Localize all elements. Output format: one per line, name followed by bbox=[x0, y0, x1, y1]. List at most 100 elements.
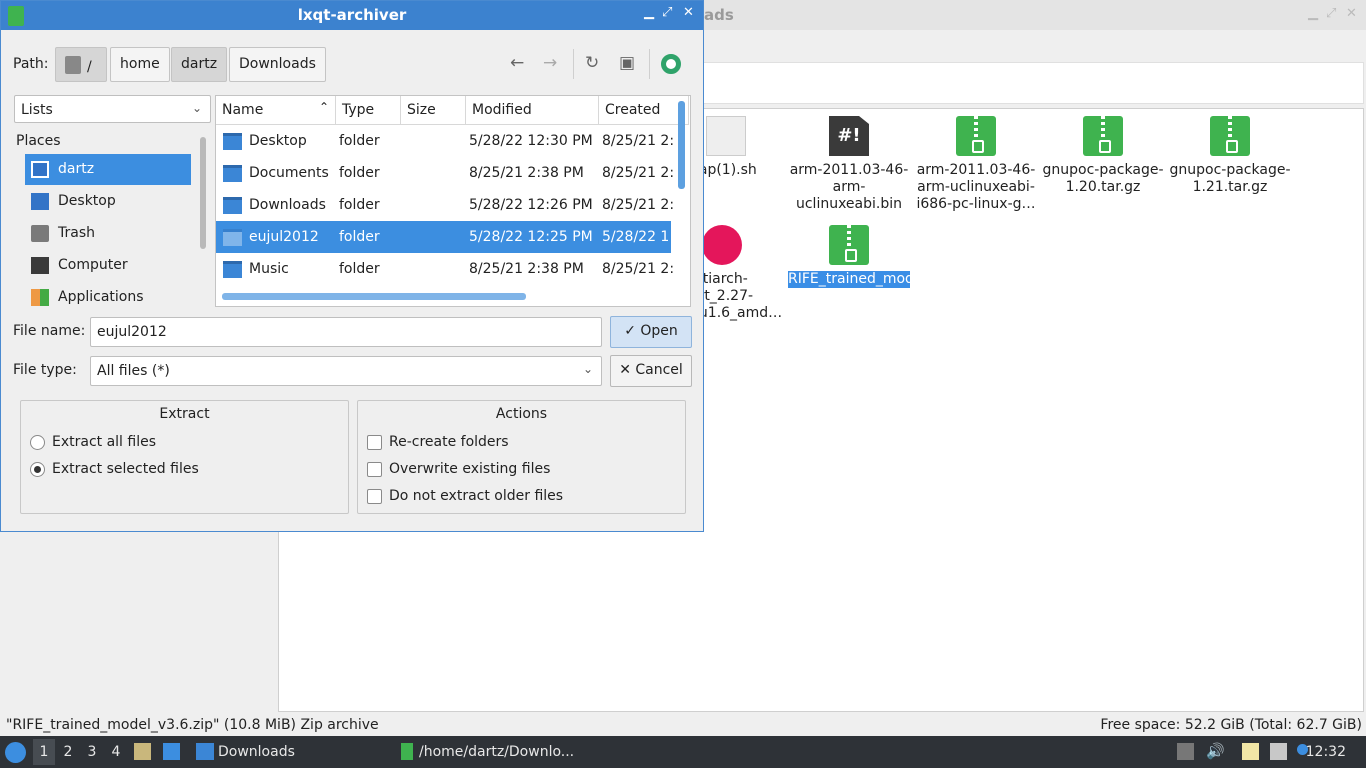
clock[interactable]: 12:32 bbox=[1306, 744, 1346, 760]
radio-button[interactable] bbox=[30, 462, 45, 477]
place-label: Computer bbox=[58, 257, 128, 273]
script-file-icon: #! bbox=[829, 116, 869, 156]
zip-file-icon bbox=[956, 116, 996, 156]
crumb-downloads[interactable]: Downloads bbox=[229, 47, 326, 82]
table-row-selected[interactable]: eujul2012 folder 5/28/22 12:25 PM 5/28/2… bbox=[216, 221, 674, 253]
cancel-button[interactable]: ✕ Cancel bbox=[610, 355, 692, 387]
file-item-label: arm-2011.03-46-arm-uclinuxeabi-i686-pc-l… bbox=[916, 162, 1036, 212]
table-row[interactable]: Documents folder 8/25/21 2:38 PM 8/25/21… bbox=[216, 157, 674, 189]
no-older-checkbox[interactable]: Do not extract older files bbox=[367, 488, 563, 504]
extract-selected-radio[interactable]: Extract selected files bbox=[30, 461, 199, 477]
checkbox[interactable] bbox=[367, 489, 382, 504]
file-item[interactable]: #! arm-2011.03-46-arm-uclinuxeabi.bin bbox=[788, 116, 910, 213]
checkbox[interactable] bbox=[367, 462, 382, 477]
view-mode-select[interactable]: Lists ⌄ bbox=[14, 95, 211, 123]
crumb-label: Downloads bbox=[239, 56, 316, 72]
list-horizontal-scrollbar[interactable] bbox=[222, 293, 526, 300]
place-label: Desktop bbox=[58, 193, 116, 209]
file-item[interactable]: gnupoc-package-1.20.tar.gz bbox=[1042, 116, 1164, 196]
applications-icon bbox=[31, 289, 49, 306]
crumb-home[interactable]: home bbox=[110, 47, 170, 82]
place-applications[interactable]: Applications bbox=[25, 282, 191, 313]
file-list[interactable]: Name ⌃ Type Size Modified Created Desktop… bbox=[215, 95, 691, 307]
file-item[interactable]: gnupoc-package-1.21.tar.gz bbox=[1169, 116, 1291, 196]
group-title: Extract bbox=[159, 406, 210, 422]
maximize-icon[interactable]: ⤢ bbox=[662, 5, 672, 20]
checkbox[interactable] bbox=[367, 435, 382, 450]
row-type: folder bbox=[339, 165, 380, 181]
column-label: Modified bbox=[472, 102, 532, 118]
task-downloads[interactable]: Downloads bbox=[194, 739, 295, 765]
start-menu-icon[interactable] bbox=[5, 742, 26, 763]
file-item-selected[interactable]: RIFE_trained_model_v3.6.zip bbox=[788, 225, 989, 288]
reload-icon[interactable]: ↻ bbox=[585, 53, 599, 73]
close-icon[interactable]: ✕ bbox=[683, 5, 694, 20]
place-trash[interactable]: Trash bbox=[25, 218, 191, 249]
volume-icon[interactable]: 🔊 bbox=[1206, 742, 1225, 760]
minimize-icon[interactable]: ▁ bbox=[1308, 6, 1318, 21]
task-archiver[interactable]: /home/dartz/Downlo... bbox=[395, 739, 574, 765]
folder-icon bbox=[223, 197, 242, 214]
show-desktop-icon[interactable] bbox=[163, 743, 180, 760]
recreate-folders-checkbox[interactable]: Re-create folders bbox=[367, 434, 509, 450]
extract-group: Extract Extract all files Extract select… bbox=[20, 400, 349, 514]
extract-dialog: lxqt-archiver ▁ ⤢ ✕ Path: / home dartz D… bbox=[0, 0, 704, 532]
forward-icon[interactable]: → bbox=[543, 53, 557, 73]
file-item[interactable]: arm-2011.03-46-arm-uclinuxeabi-i686-pc-l… bbox=[915, 116, 1037, 213]
maximize-icon[interactable]: ⤢ bbox=[1326, 6, 1336, 21]
file-item-label: gnupoc-package-1.20.tar.gz bbox=[1042, 162, 1164, 195]
open-label: Open bbox=[640, 323, 678, 339]
row-modified: 8/25/21 2:38 PM bbox=[469, 261, 584, 277]
clipboard-icon[interactable] bbox=[1242, 743, 1259, 760]
settings-gear-icon[interactable] bbox=[661, 54, 681, 74]
view-mode-value: Lists bbox=[21, 102, 53, 118]
column-name[interactable]: Name ⌃ bbox=[216, 96, 336, 125]
eject-icon[interactable] bbox=[1177, 743, 1194, 760]
crumb-label: / bbox=[87, 59, 92, 75]
scrollbar-thumb[interactable] bbox=[200, 137, 206, 249]
option-label: Extract selected files bbox=[52, 461, 199, 477]
places-scrollbar[interactable] bbox=[199, 133, 207, 309]
file-manager-launcher-icon[interactable] bbox=[134, 743, 151, 760]
file-name-input[interactable]: eujul2012 bbox=[90, 317, 602, 347]
file-item-label: arm-2011.03-46-arm-uclinuxeabi.bin bbox=[789, 162, 909, 212]
crumb-root[interactable]: / bbox=[55, 47, 107, 82]
debian-package-icon bbox=[702, 225, 742, 265]
desktop-number: 3 bbox=[87, 744, 97, 760]
table-row[interactable]: Music folder 8/25/21 2:38 PM 8/25/21 2: bbox=[216, 253, 674, 285]
row-name: Documents bbox=[249, 165, 329, 181]
crumb-dartz[interactable]: dartz bbox=[171, 47, 228, 82]
column-size[interactable]: Size bbox=[401, 96, 466, 125]
back-icon[interactable]: ← bbox=[510, 53, 524, 73]
column-modified[interactable]: Modified bbox=[466, 96, 599, 125]
table-row[interactable]: Downloads folder 5/28/22 12:26 PM 8/25/2… bbox=[216, 189, 674, 221]
desktop-switch-2[interactable]: 2 bbox=[57, 739, 79, 765]
close-icon: ✕ bbox=[619, 362, 636, 378]
place-dartz[interactable]: dartz bbox=[25, 154, 191, 185]
zip-file-icon bbox=[829, 225, 869, 265]
crumb-label: home bbox=[120, 56, 160, 72]
column-created[interactable]: Created bbox=[599, 96, 689, 125]
file-item-label: RIFE_trained_model_v3.6.zip bbox=[788, 271, 989, 288]
file-type-select[interactable]: All files (*) ⌄ bbox=[90, 356, 602, 386]
desktop-switch-1[interactable]: 1 bbox=[33, 739, 55, 765]
column-type[interactable]: Type bbox=[336, 96, 401, 125]
list-vertical-scrollbar[interactable] bbox=[678, 101, 685, 189]
network-icon[interactable] bbox=[1270, 743, 1287, 760]
dialog-title: lxqt-archiver bbox=[297, 6, 407, 24]
place-label: dartz bbox=[58, 161, 95, 177]
table-row[interactable]: Desktop folder 5/28/22 12:30 PM 8/25/21 … bbox=[216, 125, 674, 157]
extract-all-radio[interactable]: Extract all files bbox=[30, 434, 156, 450]
open-button[interactable]: ✓ Open bbox=[610, 316, 692, 348]
desktop-switch-3[interactable]: 3 bbox=[81, 739, 103, 765]
new-folder-icon[interactable]: ▣ bbox=[619, 53, 635, 73]
place-desktop[interactable]: Desktop bbox=[25, 186, 191, 217]
overwrite-checkbox[interactable]: Overwrite existing files bbox=[367, 461, 550, 477]
place-computer[interactable]: Computer bbox=[25, 250, 191, 281]
desktop-switch-4[interactable]: 4 bbox=[105, 739, 127, 765]
chevron-down-icon: ⌄ bbox=[191, 101, 202, 115]
radio-button[interactable] bbox=[30, 435, 45, 450]
file-type-label: File type: bbox=[13, 362, 77, 378]
close-icon[interactable]: ✕ bbox=[1346, 6, 1357, 21]
minimize-icon[interactable]: ▁ bbox=[644, 5, 654, 20]
